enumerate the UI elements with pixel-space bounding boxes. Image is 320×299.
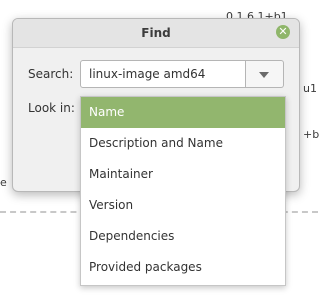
background-fragment: +b2 — [303, 128, 320, 141]
search-input[interactable] — [80, 60, 246, 88]
search-history-button[interactable] — [246, 60, 284, 88]
chevron-down-icon — [259, 72, 269, 78]
close-icon[interactable]: ✕ — [276, 25, 290, 39]
background-fragment: u1 — [303, 82, 317, 95]
dialog-title: Find — [141, 26, 171, 40]
background-fragment: e — [0, 176, 7, 189]
dialog-titlebar[interactable]: Find ✕ — [13, 19, 299, 48]
dropdown-option-name[interactable]: Name — [81, 97, 285, 128]
dropdown-option-maintainer[interactable]: Maintainer — [81, 159, 285, 190]
look-in-dropdown-list: Name Description and Name Maintainer Ver… — [80, 96, 286, 286]
dropdown-option-dependencies[interactable]: Dependencies — [81, 221, 285, 252]
dropdown-option-version[interactable]: Version — [81, 190, 285, 221]
look-in-label: Look in: — [28, 101, 75, 115]
search-combo — [80, 60, 286, 88]
search-label: Search: — [28, 67, 74, 81]
dropdown-option-provided-packages[interactable]: Provided packages — [81, 252, 285, 283]
dropdown-option-description-and-name[interactable]: Description and Name — [81, 128, 285, 159]
